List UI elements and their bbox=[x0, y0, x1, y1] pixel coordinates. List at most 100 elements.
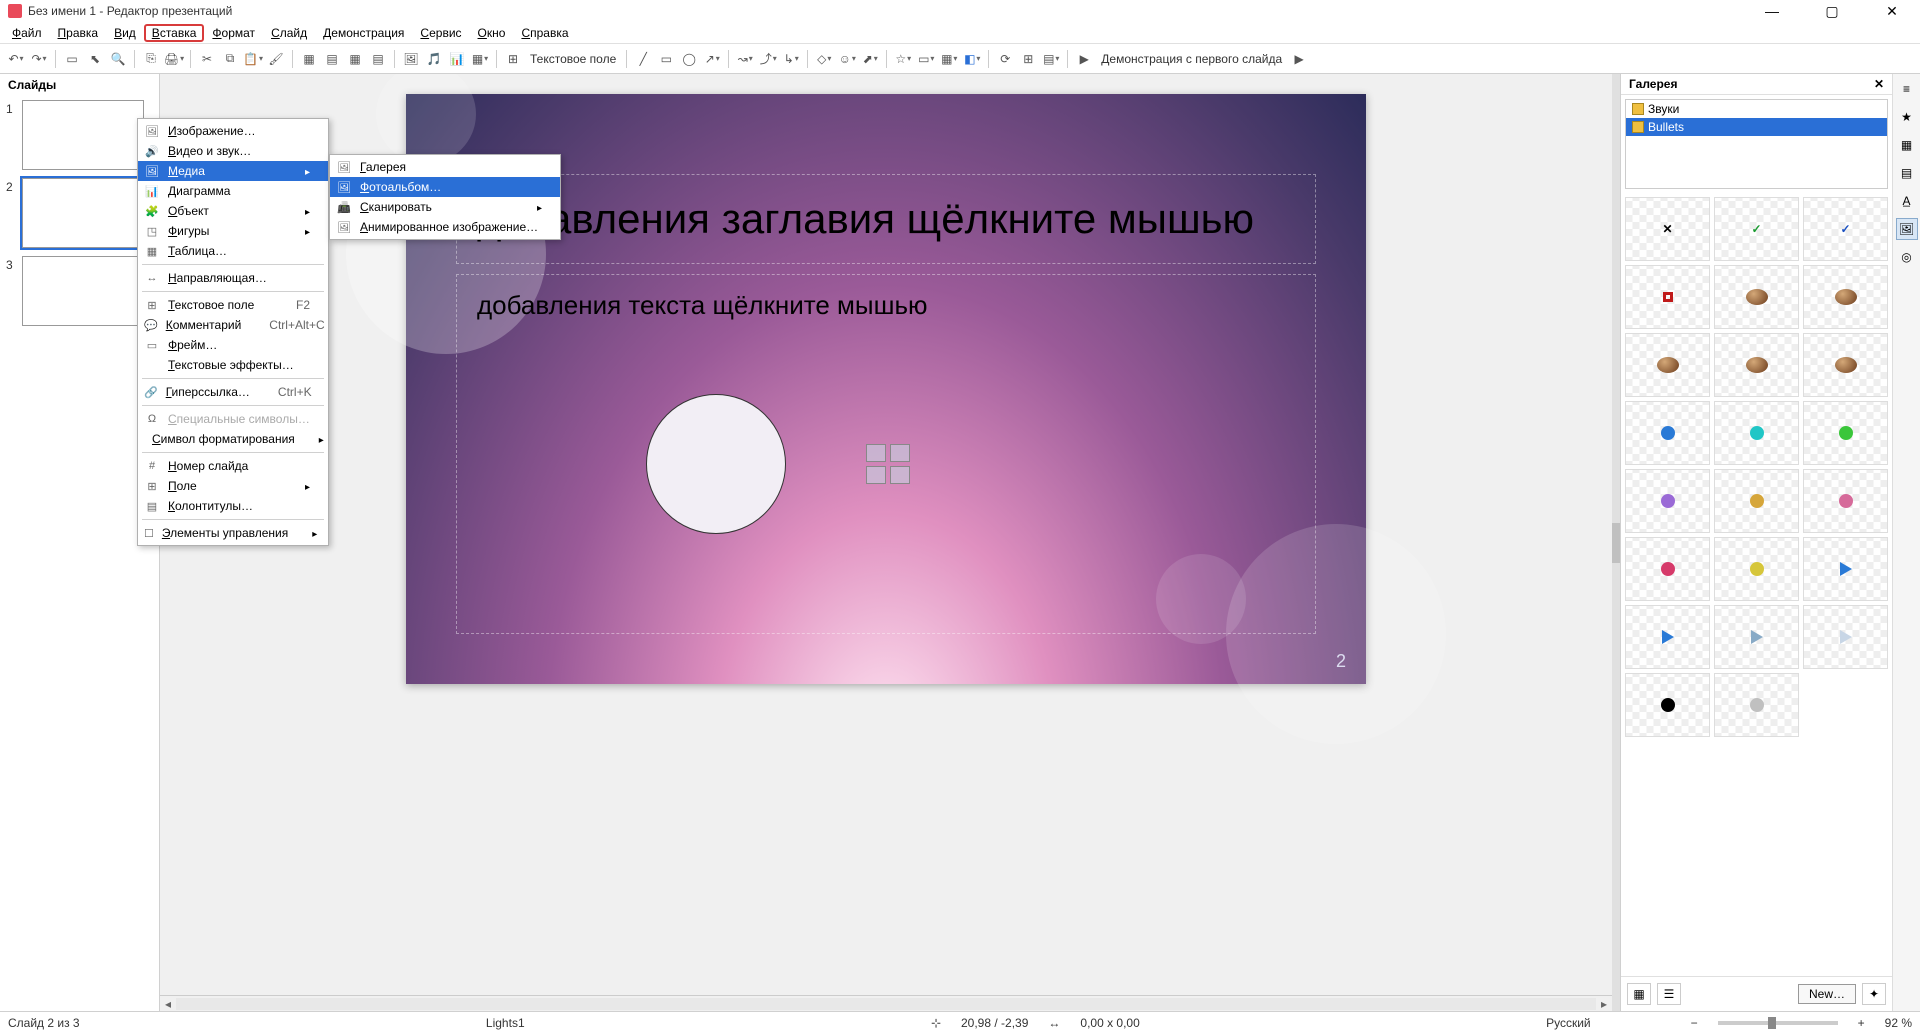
curve-tool[interactable]: ↝ bbox=[735, 49, 755, 69]
gallery-category-звуки[interactable]: Звуки bbox=[1626, 100, 1887, 118]
menu-сервис[interactable]: Сервис bbox=[412, 24, 469, 42]
sidebar-tab-gallery[interactable]: 🖼 bbox=[1896, 218, 1918, 240]
insert-textbox-label[interactable]: Текстовое поле bbox=[526, 52, 620, 66]
menu-item-колонтитулы-[interactable]: ▤Колонтитулы… bbox=[138, 496, 328, 516]
menu-item-сканировать[interactable]: 📠Сканировать bbox=[330, 197, 560, 217]
gallery-bullet-15[interactable] bbox=[1625, 537, 1710, 601]
rect-tool[interactable]: ▭ bbox=[656, 49, 676, 69]
menu-item-символ-форматирования[interactable]: Символ форматирования bbox=[138, 429, 328, 449]
gallery-bullet-9[interactable] bbox=[1625, 401, 1710, 465]
horizontal-scrollbar[interactable]: ◂▸ bbox=[160, 995, 1612, 1011]
block-arrows-tool[interactable]: ⬈ bbox=[860, 49, 880, 69]
menu-item-анимированное-изображение-[interactable]: 🖼Анимированное изображение… bbox=[330, 217, 560, 237]
zoom-tool[interactable]: 🔍 bbox=[108, 49, 128, 69]
insert-table-button[interactable]: ▦ bbox=[470, 49, 490, 69]
close-button[interactable]: ✕ bbox=[1872, 3, 1912, 20]
stars-tool[interactable]: ☆ bbox=[893, 49, 913, 69]
undo-button[interactable]: ↶ bbox=[6, 49, 26, 69]
ellipse-tool[interactable]: ◯ bbox=[679, 49, 699, 69]
sidebar-tab-slide-transition[interactable]: ★ bbox=[1896, 106, 1918, 128]
menu-item-направляющая-[interactable]: ↔Направляющая… bbox=[138, 268, 328, 288]
gallery-bullet-20[interactable] bbox=[1803, 605, 1888, 669]
gallery-bullet-18[interactable] bbox=[1625, 605, 1710, 669]
arrange-tool[interactable]: ▤ bbox=[1041, 49, 1061, 69]
gallery-bullet-3[interactable] bbox=[1625, 265, 1710, 329]
flowchart-tool[interactable]: ▦ bbox=[939, 49, 959, 69]
menu-окно[interactable]: Окно bbox=[470, 24, 514, 42]
menu-файл[interactable]: Файл bbox=[4, 24, 50, 42]
insert-media-icon[interactable] bbox=[890, 466, 910, 484]
insert-chart-button[interactable]: 📊 bbox=[447, 49, 467, 69]
gallery-list-view-button[interactable]: ☰ bbox=[1657, 983, 1681, 1005]
menu-item-поле[interactable]: ⊞Поле bbox=[138, 476, 328, 496]
sidebar-tab-navigator[interactable]: ◎ bbox=[1896, 246, 1918, 268]
gallery-bullet-12[interactable] bbox=[1625, 469, 1710, 533]
insert-table-icon[interactable] bbox=[866, 444, 886, 462]
menu-item-текстовые-эффекты-[interactable]: Текстовые эффекты… bbox=[138, 355, 328, 375]
gallery-bullet-10[interactable] bbox=[1714, 401, 1799, 465]
gallery-bullet-7[interactable] bbox=[1714, 333, 1799, 397]
print-button[interactable]: 🖨 bbox=[164, 49, 184, 69]
3d-tool[interactable]: ◧ bbox=[962, 49, 982, 69]
menu-item-галерея[interactable]: 🖼Галерея bbox=[330, 157, 560, 177]
pointer-tool[interactable]: ▭ bbox=[62, 49, 82, 69]
basic-shapes-tool[interactable]: ◇ bbox=[814, 49, 834, 69]
cut-button[interactable]: ✂ bbox=[197, 49, 217, 69]
gallery-new-button[interactable]: New… bbox=[1798, 984, 1856, 1004]
maximize-button[interactable]: ▢ bbox=[1812, 3, 1852, 20]
symbol-shapes-tool[interactable]: ☺ bbox=[837, 49, 857, 69]
sidebar-tab-animation[interactable]: ▦ bbox=[1896, 134, 1918, 156]
slide-thumb-1[interactable] bbox=[22, 100, 144, 170]
callouts-tool[interactable]: ▭ bbox=[916, 49, 936, 69]
menu-правка[interactable]: Правка bbox=[50, 24, 107, 42]
slideshow-label[interactable]: Демонстрация с первого слайда bbox=[1097, 52, 1286, 66]
menu-вставка[interactable]: Вставка bbox=[144, 24, 205, 42]
gallery-close-button[interactable]: ✕ bbox=[1874, 77, 1884, 91]
sidebar-tab-properties[interactable]: ≡ bbox=[1896, 78, 1918, 100]
menu-item-фигуры[interactable]: ◳Фигуры bbox=[138, 221, 328, 241]
menu-слайд[interactable]: Слайд bbox=[263, 24, 315, 42]
clone-format-button[interactable]: 🖌 bbox=[266, 49, 286, 69]
gallery-more-button[interactable]: ✦ bbox=[1862, 983, 1886, 1005]
menu-item-комментарий[interactable]: 💬КомментарийCtrl+Alt+C bbox=[138, 315, 328, 335]
connector2-tool[interactable]: ↳ bbox=[781, 49, 801, 69]
menu-item-номер-слайда[interactable]: #Номер слайда bbox=[138, 456, 328, 476]
rotate-tool[interactable]: ⟳ bbox=[995, 49, 1015, 69]
insert-image-button[interactable]: 🖼 bbox=[401, 49, 421, 69]
view-master-button[interactable]: ▤ bbox=[368, 49, 388, 69]
align-tool[interactable]: ⊞ bbox=[1018, 49, 1038, 69]
view-normal-button[interactable]: ▦ bbox=[299, 49, 319, 69]
slideshow-icon[interactable]: ▶ bbox=[1074, 49, 1094, 69]
slide-title-placeholder[interactable]: добавления заглавия щёлкните мышью bbox=[456, 174, 1316, 264]
slide-thumb-3[interactable] bbox=[22, 256, 144, 326]
connector-tool[interactable]: ⤴ bbox=[758, 49, 778, 69]
gallery-bullet-21[interactable] bbox=[1625, 673, 1710, 737]
gallery-bullet-2[interactable]: ✓ bbox=[1803, 197, 1888, 261]
vertical-splitter[interactable] bbox=[1612, 74, 1620, 1011]
status-language[interactable]: Русский bbox=[1546, 1016, 1591, 1030]
media-submenu-dropdown[interactable]: 🖼Галерея🖼Фотоальбом…📠Сканировать🖼Анимиро… bbox=[329, 154, 561, 240]
menu-item-таблица-[interactable]: ▦Таблица… bbox=[138, 241, 328, 261]
menu-item-медиа[interactable]: 🖼Медиа bbox=[138, 161, 328, 181]
menu-справка[interactable]: Справка bbox=[513, 24, 576, 42]
gallery-bullet-6[interactable] bbox=[1625, 333, 1710, 397]
menu-вид[interactable]: Вид bbox=[106, 24, 144, 42]
gallery-bullet-5[interactable] bbox=[1803, 265, 1888, 329]
minimize-button[interactable]: — bbox=[1752, 3, 1792, 20]
menu-item-объект[interactable]: 🧩Объект bbox=[138, 201, 328, 221]
insert-chart-icon[interactable] bbox=[890, 444, 910, 462]
gallery-bullet-1[interactable]: ✓ bbox=[1714, 197, 1799, 261]
select-tool[interactable]: ⬉ bbox=[85, 49, 105, 69]
gallery-bullet-4[interactable] bbox=[1714, 265, 1799, 329]
insert-image-icon[interactable] bbox=[866, 466, 886, 484]
sidebar-tab-master[interactable]: ▤ bbox=[1896, 162, 1918, 184]
view-outline-button[interactable]: ▤ bbox=[322, 49, 342, 69]
gallery-grid[interactable]: ✕✓✓ bbox=[1625, 197, 1888, 737]
menu-item-изображение-[interactable]: 🖼Изображение… bbox=[138, 121, 328, 141]
menu-формат[interactable]: Формат bbox=[204, 24, 263, 42]
copy-button[interactable]: ⧉ bbox=[220, 49, 240, 69]
insert-av-button[interactable]: 🎵 bbox=[424, 49, 444, 69]
menu-item-фрейм-[interactable]: ▭Фрейм… bbox=[138, 335, 328, 355]
content-insert-icons[interactable] bbox=[866, 444, 916, 484]
gallery-bullet-13[interactable] bbox=[1714, 469, 1799, 533]
